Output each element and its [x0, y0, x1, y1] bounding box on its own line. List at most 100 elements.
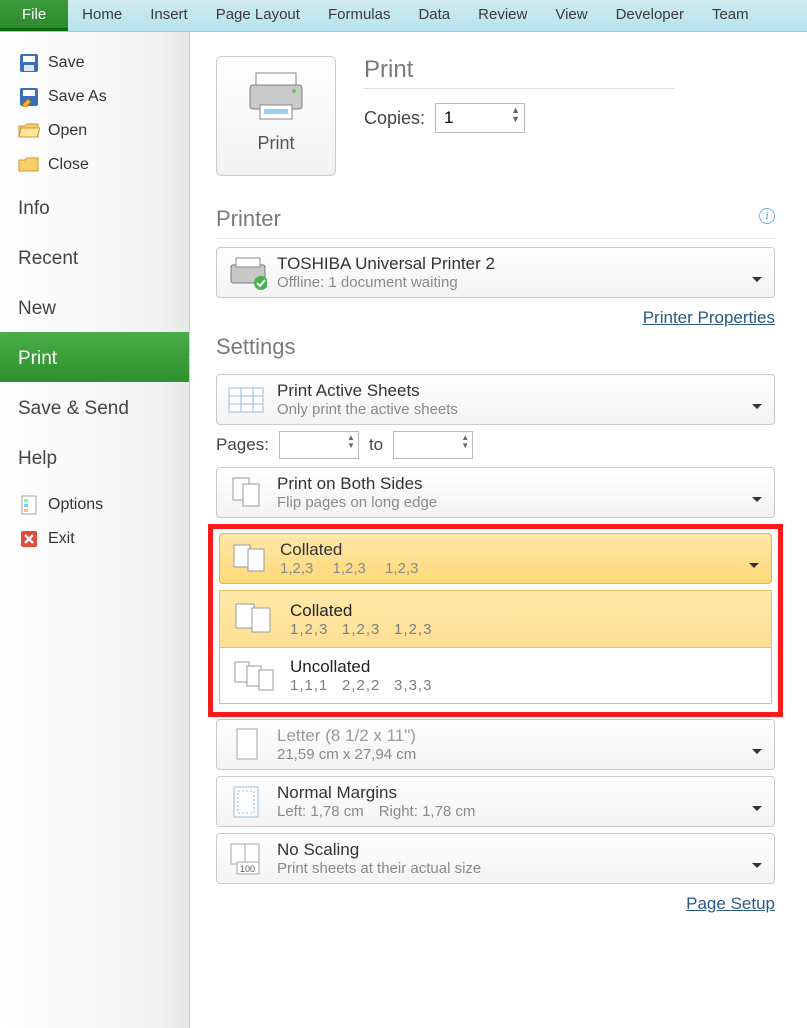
ribbon: File Home Insert Page Layout Formulas Da…	[0, 0, 807, 32]
close-icon	[18, 155, 40, 175]
sidebar-save-label: Save	[48, 54, 84, 72]
collated-icon	[232, 599, 276, 639]
tab-developer[interactable]: Developer	[602, 0, 698, 31]
collation-dropdown[interactable]: Collated 1,2,3 1,2,3 1,2,3	[219, 533, 772, 584]
tab-view[interactable]: View	[541, 0, 601, 31]
pages-to-label: to	[369, 435, 383, 455]
collation-highlight: Collated 1,2,3 1,2,3 1,2,3 Collated 1,2,…	[208, 524, 783, 717]
sidebar-close[interactable]: Close	[0, 148, 189, 182]
scaling-icon: 100	[227, 841, 267, 877]
sidebar-print[interactable]: Print	[0, 332, 189, 382]
sidebar-open-label: Open	[48, 122, 87, 140]
open-icon	[18, 121, 40, 141]
info-icon[interactable]: i	[759, 208, 775, 224]
stepper-arrows[interactable]: ▲▼	[511, 106, 520, 124]
duplex-sub: Flip pages on long edge	[277, 494, 437, 511]
sidebar-options-label: Options	[48, 496, 103, 514]
duplex-icon	[227, 475, 267, 511]
option-sub: 1,1,1 2,2,2 3,3,3	[290, 677, 432, 694]
paper-dropdown[interactable]: Letter (8 1/2 x 11") 21,59 cm x 27,94 cm	[216, 719, 775, 770]
tab-team[interactable]: Team	[698, 0, 763, 31]
option-sub: 1,2,3 1,2,3 1,2,3	[290, 621, 432, 638]
chevron-down-icon	[752, 863, 762, 873]
tab-insert[interactable]: Insert	[136, 0, 202, 31]
copies-label: Copies:	[364, 108, 425, 129]
copies-stepper[interactable]: ▲▼	[435, 103, 525, 133]
option-title: Uncollated	[290, 657, 432, 677]
tab-file[interactable]: File	[0, 0, 68, 31]
printer-dropdown[interactable]: TOSHIBA Universal Printer 2 Offline: 1 d…	[216, 247, 775, 298]
chevron-down-icon	[749, 563, 759, 573]
collation-title: Collated	[280, 540, 418, 560]
sidebar-exit[interactable]: Exit	[0, 522, 189, 556]
printer-name: TOSHIBA Universal Printer 2	[277, 254, 495, 274]
print-title: Print	[364, 56, 674, 89]
sidebar-options[interactable]: Options	[0, 488, 189, 522]
paper-sub: 21,59 cm x 27,94 cm	[277, 746, 416, 763]
option-title: Collated	[290, 601, 432, 621]
sidebar-exit-label: Exit	[48, 530, 75, 548]
pages-from-stepper[interactable]: ▲▼	[279, 431, 359, 459]
scaling-dropdown[interactable]: 100 No Scaling Print sheets at their act…	[216, 833, 775, 884]
chevron-down-icon	[752, 277, 762, 287]
sidebar-save-as-label: Save As	[48, 88, 107, 106]
print-button-label: Print	[257, 133, 294, 154]
sidebar-save-as[interactable]: Save As	[0, 80, 189, 114]
chevron-down-icon	[752, 497, 762, 507]
tab-page-layout[interactable]: Page Layout	[202, 0, 314, 31]
tab-data[interactable]: Data	[404, 0, 464, 31]
sheets-icon	[227, 382, 267, 418]
printer-section-label: Printer	[216, 206, 281, 231]
printer-status: Offline: 1 document waiting	[277, 274, 495, 291]
paper-title: Letter (8 1/2 x 11")	[277, 726, 416, 746]
pages-to-stepper[interactable]: ▲▼	[393, 431, 473, 459]
pages-from-input[interactable]	[280, 437, 332, 454]
printer-icon	[246, 69, 306, 123]
collation-sub: 1,2,3 1,2,3 1,2,3	[280, 560, 418, 577]
margins-sub: Left: 1,78 cm Right: 1,78 cm	[277, 803, 475, 820]
duplex-title: Print on Both Sides	[277, 474, 437, 494]
save-as-icon	[18, 87, 40, 107]
print-scope-dropdown[interactable]: Print Active Sheets Only print the activ…	[216, 374, 775, 425]
chevron-down-icon	[752, 749, 762, 759]
scope-title: Print Active Sheets	[277, 381, 458, 401]
tab-home[interactable]: Home	[68, 0, 136, 31]
chevron-down-icon	[752, 404, 762, 414]
sidebar-close-label: Close	[48, 156, 89, 174]
margins-icon	[227, 784, 267, 820]
printer-device-icon	[227, 255, 267, 291]
margins-title: Normal Margins	[277, 783, 475, 803]
scope-sub: Only print the active sheets	[277, 401, 458, 418]
duplex-dropdown[interactable]: Print on Both Sides Flip pages on long e…	[216, 467, 775, 518]
options-icon	[18, 495, 40, 515]
collated-icon	[230, 541, 270, 577]
backstage-sidebar: Save Save As Open Close Info Recent New …	[0, 32, 190, 1028]
page-setup-link[interactable]: Page Setup	[686, 894, 775, 913]
sidebar-open[interactable]: Open	[0, 114, 189, 148]
print-backstage: Print Print Copies: ▲▼ Printer i	[190, 32, 807, 1028]
save-icon	[18, 53, 40, 73]
sidebar-help[interactable]: Help	[0, 432, 189, 482]
sidebar-recent[interactable]: Recent	[0, 232, 189, 282]
paper-icon	[227, 727, 267, 763]
sidebar-info[interactable]: Info	[0, 182, 189, 232]
printer-section: Printer i	[216, 206, 775, 239]
margins-dropdown[interactable]: Normal Margins Left: 1,78 cm Right: 1,78…	[216, 776, 775, 827]
svg-text:100: 100	[240, 864, 255, 874]
collation-option-collated[interactable]: Collated 1,2,3 1,2,3 1,2,3	[219, 590, 772, 648]
tab-formulas[interactable]: Formulas	[314, 0, 405, 31]
printer-properties-link[interactable]: Printer Properties	[643, 308, 775, 327]
sidebar-save[interactable]: Save	[0, 46, 189, 80]
collation-popup: Collated 1,2,3 1,2,3 1,2,3 Uncollated 1,…	[219, 590, 772, 704]
sidebar-new[interactable]: New	[0, 282, 189, 332]
scaling-title: No Scaling	[277, 840, 481, 860]
exit-icon	[18, 529, 40, 549]
chevron-down-icon	[752, 806, 762, 816]
pages-to-input[interactable]	[394, 437, 446, 454]
print-button[interactable]: Print	[216, 56, 336, 176]
sidebar-save-send[interactable]: Save & Send	[0, 382, 189, 432]
copies-input[interactable]	[436, 108, 496, 128]
uncollated-icon	[232, 655, 276, 695]
tab-review[interactable]: Review	[464, 0, 541, 31]
collation-option-uncollated[interactable]: Uncollated 1,1,1 2,2,2 3,3,3	[220, 647, 771, 703]
